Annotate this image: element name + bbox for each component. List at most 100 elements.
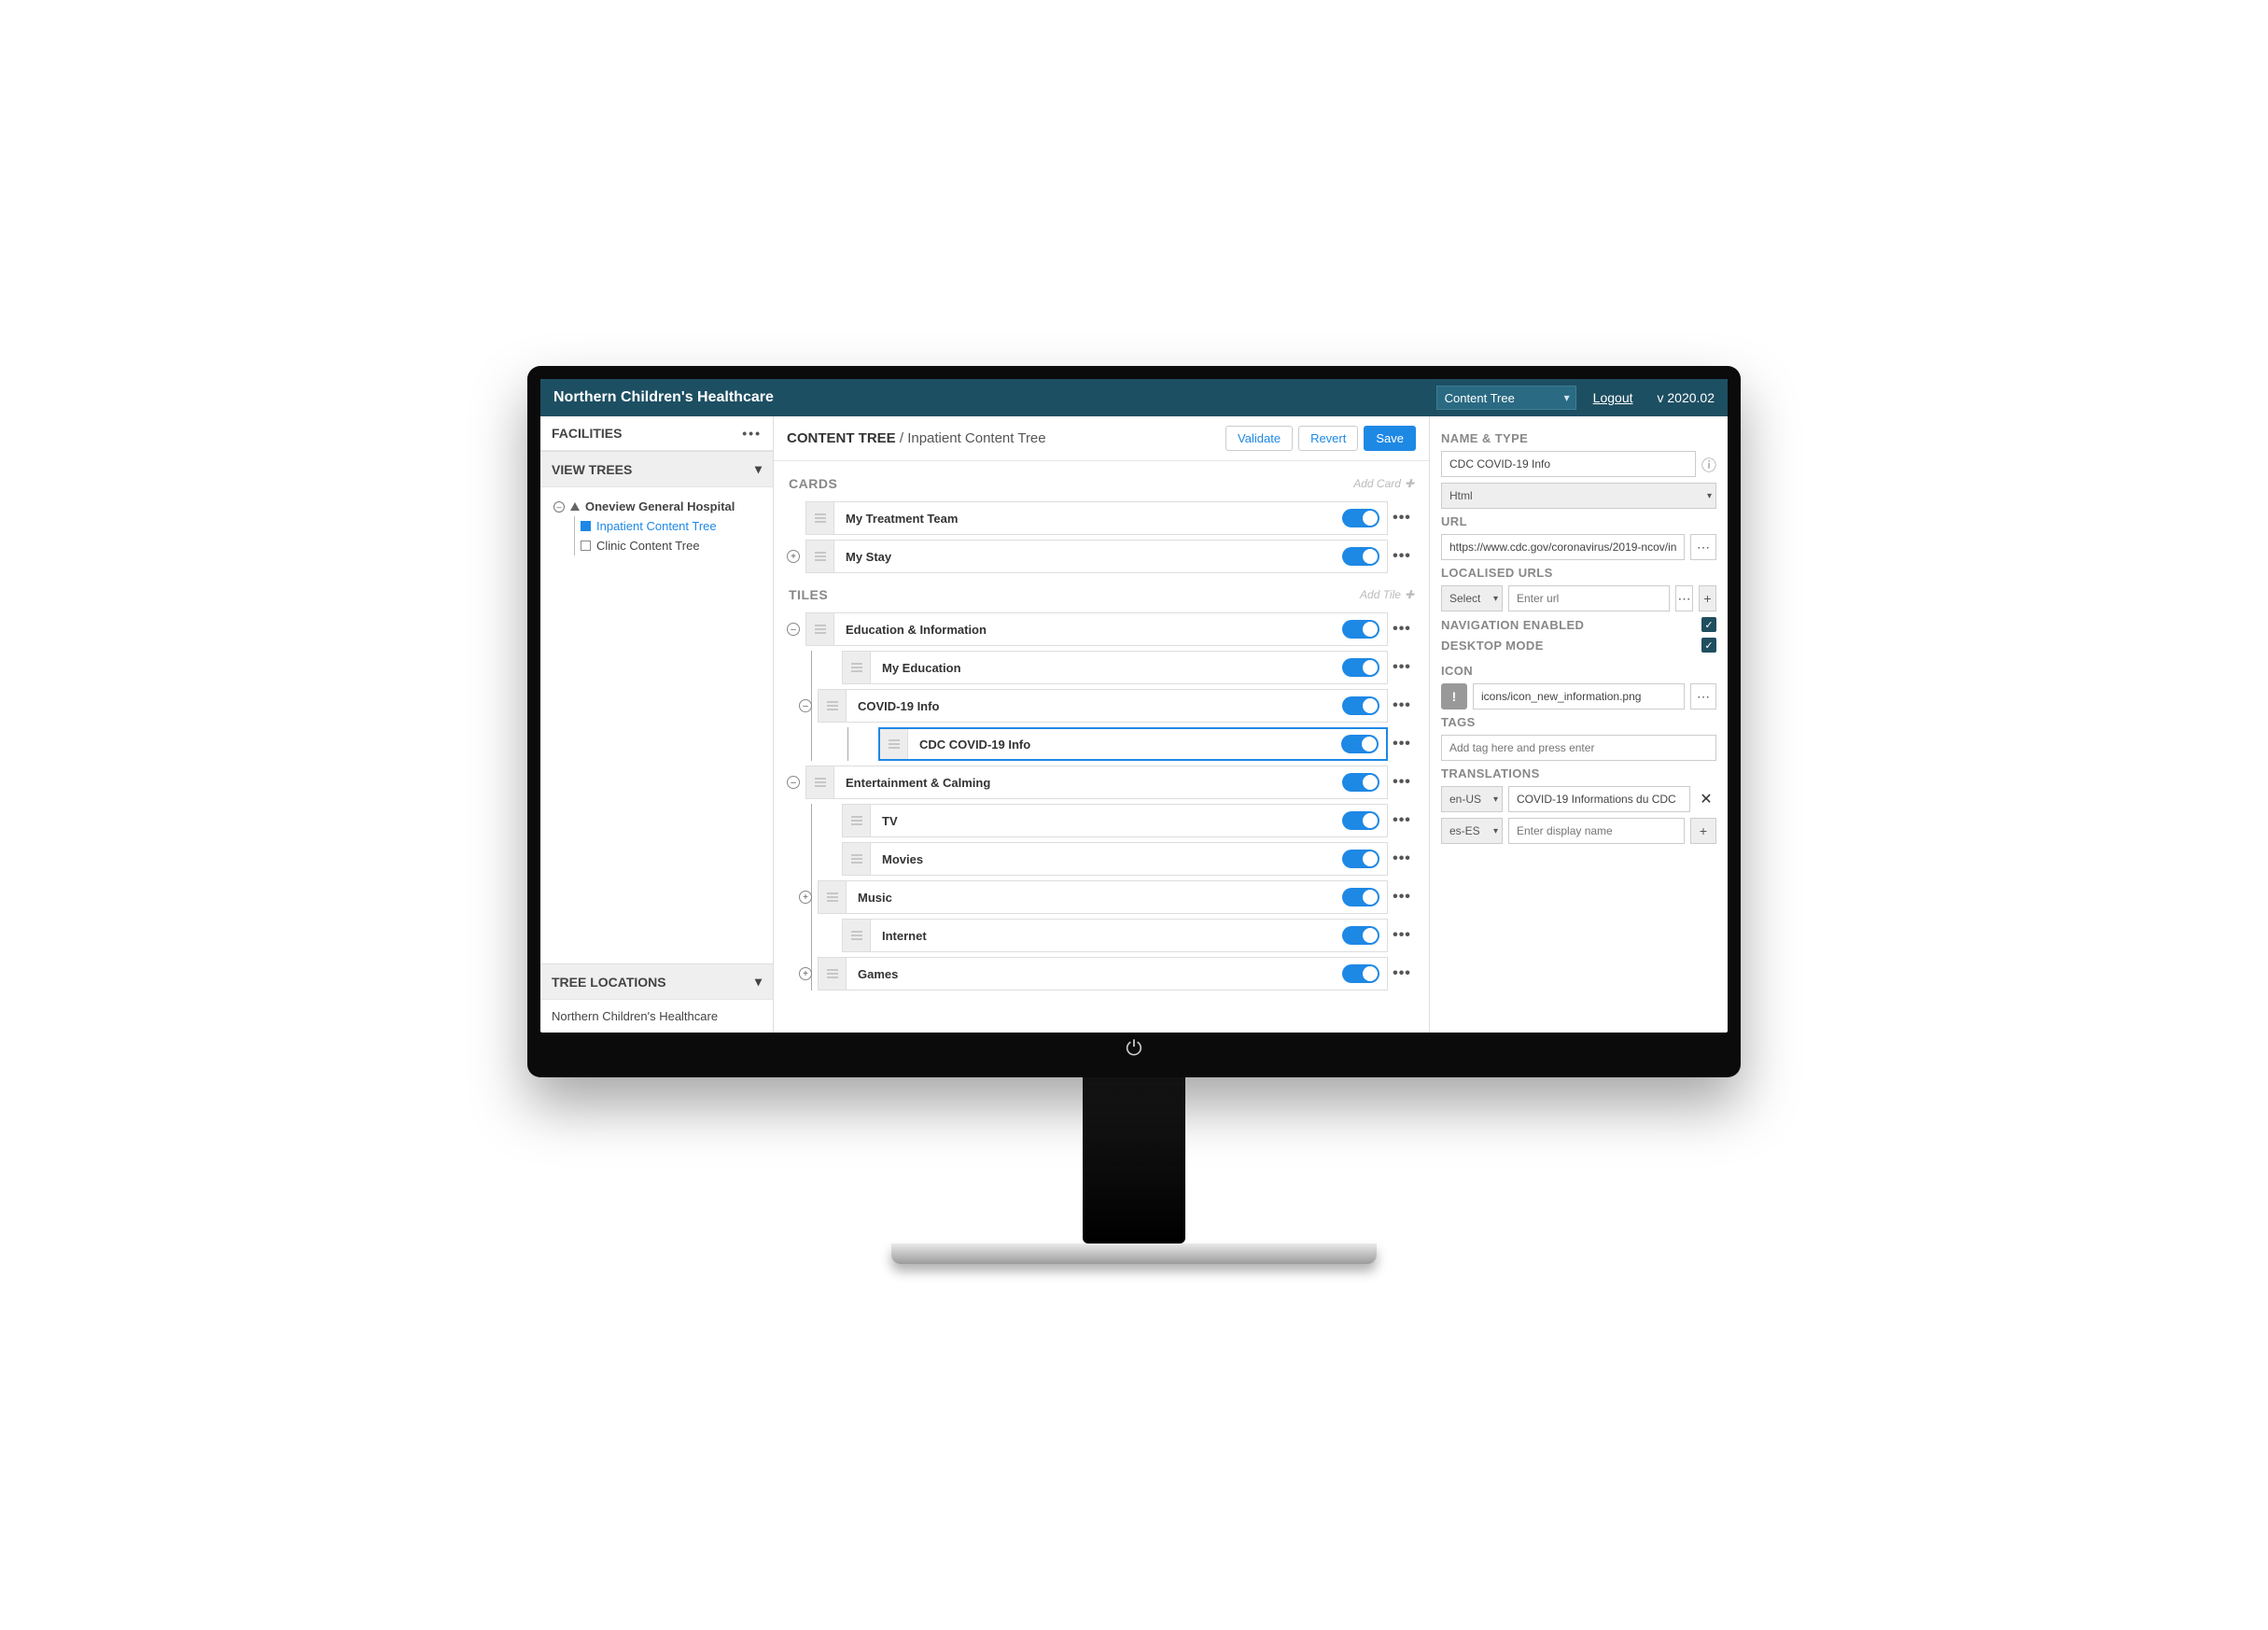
tree-square-icon [581, 541, 591, 551]
logout-link[interactable]: Logout [1593, 390, 1633, 405]
app-title: Northern Children's Healthcare [553, 389, 1436, 406]
row-menu-icon[interactable]: ••• [1388, 736, 1416, 752]
localised-add-button[interactable]: + [1699, 585, 1716, 611]
nav-enabled-label: NAVIGATION ENABLED [1441, 618, 1584, 632]
expand-icon[interactable]: + [787, 550, 800, 563]
tile-label: Entertainment & Calming [834, 776, 1342, 790]
enable-toggle[interactable] [1342, 811, 1379, 830]
translation-locale: en-US [1449, 793, 1481, 806]
center-scroll[interactable]: CARDS Add Card ✚ My Treatment Team ••• [774, 461, 1429, 1033]
drag-handle-icon[interactable] [819, 881, 847, 913]
type-select[interactable]: Html [1441, 483, 1716, 509]
translations-label: TRANSLATIONS [1441, 766, 1716, 780]
tile-children: My Education ••• – COVID-19 Info [811, 651, 1416, 761]
expand-icon[interactable]: + [799, 967, 812, 980]
drag-handle-icon[interactable] [843, 805, 871, 836]
monitor-bezel: ⏻ [540, 1033, 1728, 1064]
drag-handle-icon[interactable] [819, 690, 847, 722]
tile-item: Music [818, 880, 1388, 914]
drag-handle-icon[interactable] [843, 652, 871, 683]
row-menu-icon[interactable]: ••• [1388, 548, 1416, 565]
validate-button[interactable]: Validate [1225, 426, 1293, 451]
icon-label: ICON [1441, 664, 1716, 678]
enable-toggle[interactable] [1342, 547, 1379, 566]
add-tile-button[interactable]: Add Tile ✚ [1360, 588, 1414, 601]
tile-row: Internet ••• [823, 919, 1416, 952]
enable-toggle[interactable] [1341, 735, 1379, 753]
row-menu-icon[interactable]: ••• [1388, 659, 1416, 676]
translation-value-field[interactable] [1508, 818, 1685, 844]
url-field[interactable] [1441, 534, 1685, 560]
enable-toggle[interactable] [1342, 964, 1379, 983]
row-menu-icon[interactable]: ••• [1388, 889, 1416, 906]
row-menu-icon[interactable]: ••• [1388, 927, 1416, 944]
row-menu-icon[interactable]: ••• [1388, 965, 1416, 982]
drag-handle-icon[interactable] [880, 729, 908, 759]
add-card-button[interactable]: Add Card ✚ [1353, 477, 1414, 490]
tags-field[interactable] [1441, 735, 1716, 761]
drag-handle-icon[interactable] [806, 766, 834, 798]
localised-more-button[interactable]: ⋯ [1675, 585, 1693, 611]
url-more-button[interactable]: ⋯ [1690, 534, 1716, 560]
enable-toggle[interactable] [1342, 926, 1379, 945]
drag-handle-icon[interactable] [806, 613, 834, 645]
tile-item: TV [842, 804, 1388, 837]
translation-locale-select[interactable]: es-ES [1441, 818, 1503, 844]
row-menu-icon[interactable]: ••• [1388, 697, 1416, 714]
row-menu-icon[interactable]: ••• [1388, 850, 1416, 867]
tree-child-inpatient[interactable]: Inpatient Content Tree [581, 516, 763, 536]
revert-button[interactable]: Revert [1298, 426, 1358, 451]
enable-toggle[interactable] [1342, 773, 1379, 792]
card-label: My Stay [834, 550, 1342, 564]
collapse-icon[interactable]: – [799, 699, 812, 712]
facilities-menu-icon[interactable]: ••• [742, 426, 762, 441]
enable-toggle[interactable] [1342, 850, 1379, 868]
translation-value-field[interactable] [1508, 786, 1690, 812]
chevron-down-icon: ▾ [755, 461, 762, 477]
tree-child-clinic[interactable]: Clinic Content Tree [581, 536, 763, 555]
tree-child-label: Clinic Content Tree [596, 539, 700, 553]
enable-toggle[interactable] [1342, 658, 1379, 677]
collapse-icon[interactable]: – [553, 501, 565, 513]
view-trees-header[interactable]: VIEW TREES ▾ [540, 451, 773, 487]
row-menu-icon[interactable]: ••• [1388, 774, 1416, 791]
translation-locale-select[interactable]: en-US [1441, 786, 1503, 812]
nav-enabled-checkbox[interactable]: ✓ [1701, 617, 1716, 632]
hospital-icon [570, 502, 580, 511]
localised-url-field[interactable] [1508, 585, 1670, 611]
name-field[interactable] [1441, 451, 1696, 477]
localised-select[interactable]: Select [1441, 585, 1503, 611]
tile-item: My Education [842, 651, 1388, 684]
icon-browse-button[interactable]: ⋯ [1690, 683, 1716, 710]
tile-item-selected[interactable]: CDC COVID-19 Info [878, 727, 1388, 761]
top-dropdown[interactable]: Content Tree [1436, 386, 1576, 410]
desktop-mode-checkbox[interactable]: ✓ [1701, 638, 1716, 653]
drag-handle-icon[interactable] [806, 502, 834, 534]
save-button[interactable]: Save [1364, 426, 1416, 451]
drag-handle-icon[interactable] [843, 843, 871, 875]
expand-icon[interactable]: + [799, 891, 812, 904]
card-label: My Treatment Team [834, 512, 1342, 526]
drag-handle-icon[interactable] [819, 958, 847, 990]
translation-add-button[interactable]: + [1690, 818, 1716, 844]
tile-label: Music [847, 891, 1342, 905]
collapse-icon[interactable]: – [787, 623, 800, 636]
row-menu-icon[interactable]: ••• [1388, 510, 1416, 527]
chevron-down-icon: ▾ [755, 974, 762, 990]
enable-toggle[interactable] [1342, 696, 1379, 715]
drag-handle-icon[interactable] [843, 920, 871, 951]
tree-locations-header[interactable]: TREE LOCATIONS ▾ [540, 963, 773, 1000]
tree-root-label: Oneview General Hospital [585, 499, 735, 513]
collapse-icon[interactable]: – [787, 776, 800, 789]
enable-toggle[interactable] [1342, 888, 1379, 906]
tile-label: My Education [871, 661, 1342, 675]
enable-toggle[interactable] [1342, 620, 1379, 639]
icon-path-field[interactable] [1473, 683, 1685, 710]
translation-remove-icon[interactable]: ✕ [1696, 790, 1716, 808]
tree-root[interactable]: – Oneview General Hospital [553, 497, 763, 516]
row-menu-icon[interactable]: ••• [1388, 812, 1416, 829]
drag-handle-icon[interactable] [806, 541, 834, 572]
row-menu-icon[interactable]: ••• [1388, 621, 1416, 638]
plus-icon: ✚ [1405, 588, 1414, 601]
enable-toggle[interactable] [1342, 509, 1379, 527]
